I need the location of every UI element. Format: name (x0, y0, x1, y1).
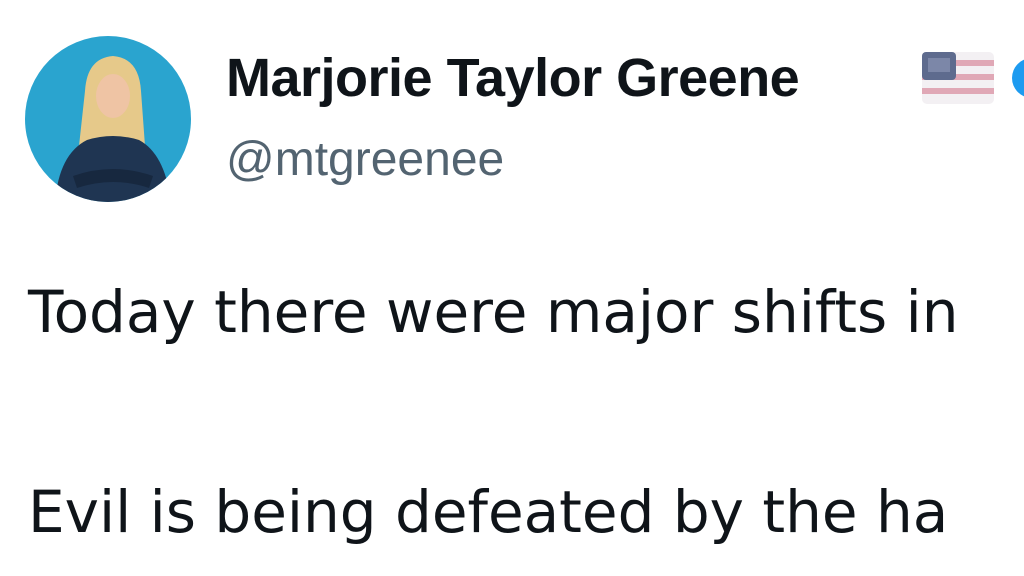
us-flag-icon (922, 52, 994, 104)
avatar-image (25, 36, 191, 202)
profile-avatar[interactable] (25, 36, 191, 202)
tweet-text-line: Evil is being defeated by the ha (28, 478, 949, 546)
verified-badge-icon[interactable] (1012, 58, 1024, 98)
user-handle[interactable]: @mtgreenee (226, 130, 504, 190)
tweet-text-line: Today there were major shifts in (28, 278, 959, 346)
tweet-card: Marjorie Taylor Greene @mtgreenee Today … (0, 0, 1024, 576)
display-name[interactable]: Marjorie Taylor Greene (226, 46, 800, 110)
